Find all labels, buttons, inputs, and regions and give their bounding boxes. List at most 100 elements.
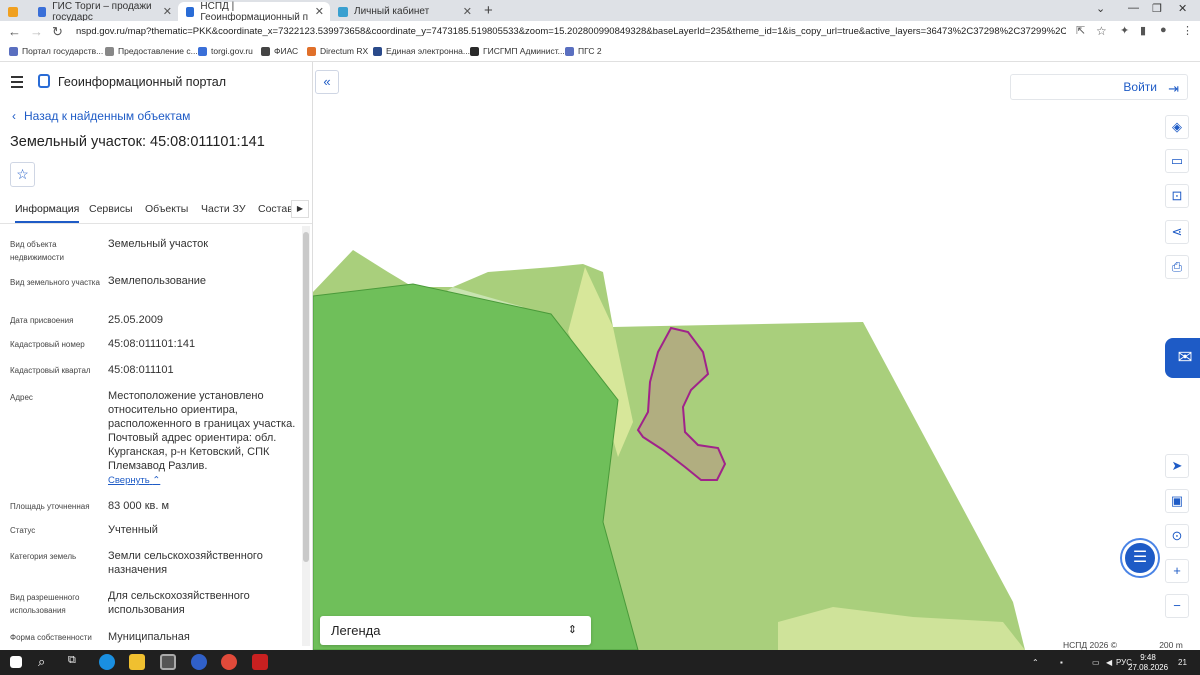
tab-services[interactable]: Сервисы — [89, 203, 133, 215]
maximize-icon[interactable]: ❐ — [1152, 2, 1162, 15]
object-title: Земельный участок: 45:08:011101:141 — [10, 134, 265, 150]
window-icon: ▣ — [1170, 493, 1184, 508]
prop-value: Землепользование — [108, 275, 207, 287]
favorite-button[interactable]: ☆ — [10, 162, 35, 187]
share-icon[interactable]: ⇱ — [1076, 24, 1085, 37]
search-location-button[interactable]: ⊙ — [1165, 524, 1189, 548]
search-icon[interactable]: ⌕ — [38, 654, 54, 670]
tab-nspd[interactable]: НСПД | Геоинформационный п ✕ — [178, 0, 330, 23]
bookmark-star-icon[interactable]: ☆ — [1096, 24, 1107, 38]
extensions-icon[interactable]: ✦ — [1120, 24, 1129, 37]
close-icon[interactable]: ✕ — [315, 5, 324, 18]
bookmark-item[interactable]: ФИАС — [261, 46, 298, 56]
tab-composition[interactable]: Состав — [258, 203, 293, 215]
clock[interactable]: 9:48 27.08.2026 — [1128, 653, 1168, 673]
prop-value: Для сельскохозяйственного использования — [108, 590, 250, 616]
map-attribution: НСПД 2026 © — [1063, 640, 1118, 650]
back-link[interactable]: ‹ Назад к найденным объектам — [12, 109, 190, 123]
prop-label: Кадастровый номер — [10, 340, 85, 349]
chevron-up-icon: ⌃ — [152, 475, 161, 486]
prop-value: 45:08:011101 — [108, 364, 174, 376]
app-icon — [8, 6, 18, 17]
url-field[interactable]: nspd.gov.ru/map?thematic=PKK&coordinate_… — [76, 26, 1066, 37]
share-button[interactable]: ⋖ — [1165, 220, 1189, 244]
close-icon[interactable]: ✕ — [463, 5, 472, 18]
volume-icon[interactable]: ◀ — [1106, 658, 1112, 667]
tab-cabinet[interactable]: Личный кабинет ✕ — [330, 2, 478, 21]
pdf-icon[interactable] — [252, 654, 268, 670]
tab-parts[interactable]: Части ЗУ — [201, 203, 246, 215]
cabinet-icon — [338, 6, 348, 17]
tab-orange[interactable] — [0, 2, 32, 21]
bookmark-item[interactable]: ПГС 2 — [565, 46, 602, 56]
directum-icon — [307, 46, 316, 56]
notifications-icon[interactable]: 21 — [1178, 658, 1187, 667]
legend-dropdown[interactable]: Легенда ⇕ — [320, 616, 591, 645]
tab-info[interactable]: Информация — [15, 203, 80, 223]
new-tab-icon[interactable]: + — [484, 2, 493, 19]
edge-icon[interactable] — [99, 654, 115, 670]
tab-objects[interactable]: Объекты — [145, 203, 188, 215]
menu-dots-icon[interactable]: ⋮ — [1182, 24, 1193, 37]
profile-icon[interactable]: ● — [1160, 24, 1167, 36]
explorer-icon[interactable] — [129, 654, 145, 670]
app-icon[interactable] — [160, 654, 176, 670]
close-icon[interactable]: ✕ — [163, 5, 172, 18]
search-icon: ⊙ — [1171, 528, 1183, 543]
measure-button[interactable]: ▭ — [1165, 149, 1189, 173]
globe-icon — [373, 46, 382, 56]
chrome-icon[interactable] — [221, 654, 237, 670]
tray-chevron-icon[interactable]: ⌃ — [1032, 658, 1039, 667]
bookmark-item[interactable]: Предоставление с... — [105, 46, 198, 56]
prop-label: Категория земель — [10, 552, 77, 561]
select-area-button[interactable]: ⊡ — [1165, 184, 1189, 208]
collapse-panel-button[interactable]: « — [315, 70, 339, 94]
prop-value: Земельный участок — [108, 238, 209, 250]
basemap-button[interactable]: ▣ — [1165, 489, 1189, 513]
feedback-button[interactable]: ☰ — [1122, 540, 1158, 576]
emblem-icon — [198, 46, 207, 56]
task-view-icon[interactable]: ⧉ — [68, 654, 84, 670]
forward-icon[interactable]: → — [30, 24, 43, 39]
collapse-link[interactable]: Свернуть ⌃ — [108, 475, 160, 486]
bookmark-item[interactable]: ГИСГМП Админист... — [470, 46, 565, 56]
chat-icon: ✉ — [1177, 347, 1193, 367]
bookmark-item[interactable]: Directum RX — [307, 46, 368, 56]
print-button[interactable]: ⎙ — [1165, 255, 1189, 279]
map-view[interactable]: « Войти ⇥ ◈ ▭ ⊡ ⋖ ⎙ ✉ ➤ ▣ ⊙ + − ☰ Легенда… — [313, 62, 1200, 650]
tab-label: НСПД | Геоинформационный п — [200, 0, 309, 23]
prop-label: Форма собственности — [10, 633, 92, 642]
back-icon[interactable]: ← — [8, 24, 21, 39]
double-chevron-left-icon: « — [323, 74, 331, 89]
scrollbar-thumb[interactable] — [303, 232, 309, 562]
zoom-out-button[interactable]: − — [1165, 594, 1189, 618]
bookmark-item[interactable]: Портал государств... — [9, 46, 103, 56]
prop-value: Земли сельскохозяйственного назначения — [108, 550, 263, 576]
portal-logo-icon — [38, 74, 50, 88]
network-icon[interactable]: ▭ — [1092, 658, 1100, 667]
address-value: Местоположение установлено относительно … — [108, 390, 296, 472]
reload-icon[interactable]: ↻ — [52, 24, 63, 40]
panel-tabs: Информация Сервисы Объекты Части ЗУ Сост… — [0, 196, 312, 224]
map-canvas[interactable] — [313, 62, 1200, 650]
nspd-icon — [186, 6, 195, 17]
tab-gis-torgi[interactable]: ГИС Торги – продажи государс ✕ — [30, 1, 178, 23]
bookmark-item[interactable]: torgi.gov.ru — [198, 46, 253, 56]
sidebar-icon[interactable]: ▮ — [1140, 24, 1146, 37]
bookmark-icon — [9, 46, 18, 56]
bookmark-item[interactable]: Единая электронна... — [373, 46, 470, 56]
chevron-down-icon[interactable]: ⌄ — [1096, 2, 1105, 15]
geolocate-button[interactable]: ➤ — [1165, 454, 1189, 478]
tabs-scroll-right-button[interactable]: ▶ — [291, 200, 309, 218]
layers-button[interactable]: ◈ — [1165, 115, 1189, 139]
tray-app-icon[interactable]: ▪ — [1060, 658, 1063, 667]
zoom-in-button[interactable]: + — [1165, 559, 1189, 583]
login-button[interactable]: Войти ⇥ — [1010, 74, 1188, 100]
minimize-icon[interactable]: — — [1128, 2, 1139, 14]
chat-button[interactable]: ✉ — [1165, 338, 1200, 378]
navigate-icon: ➤ — [1171, 458, 1183, 473]
window-close-icon[interactable]: ✕ — [1178, 2, 1187, 15]
windows-start-icon[interactable] — [10, 656, 22, 668]
menu-icon[interactable] — [11, 76, 23, 91]
yandex-icon[interactable] — [191, 654, 207, 670]
